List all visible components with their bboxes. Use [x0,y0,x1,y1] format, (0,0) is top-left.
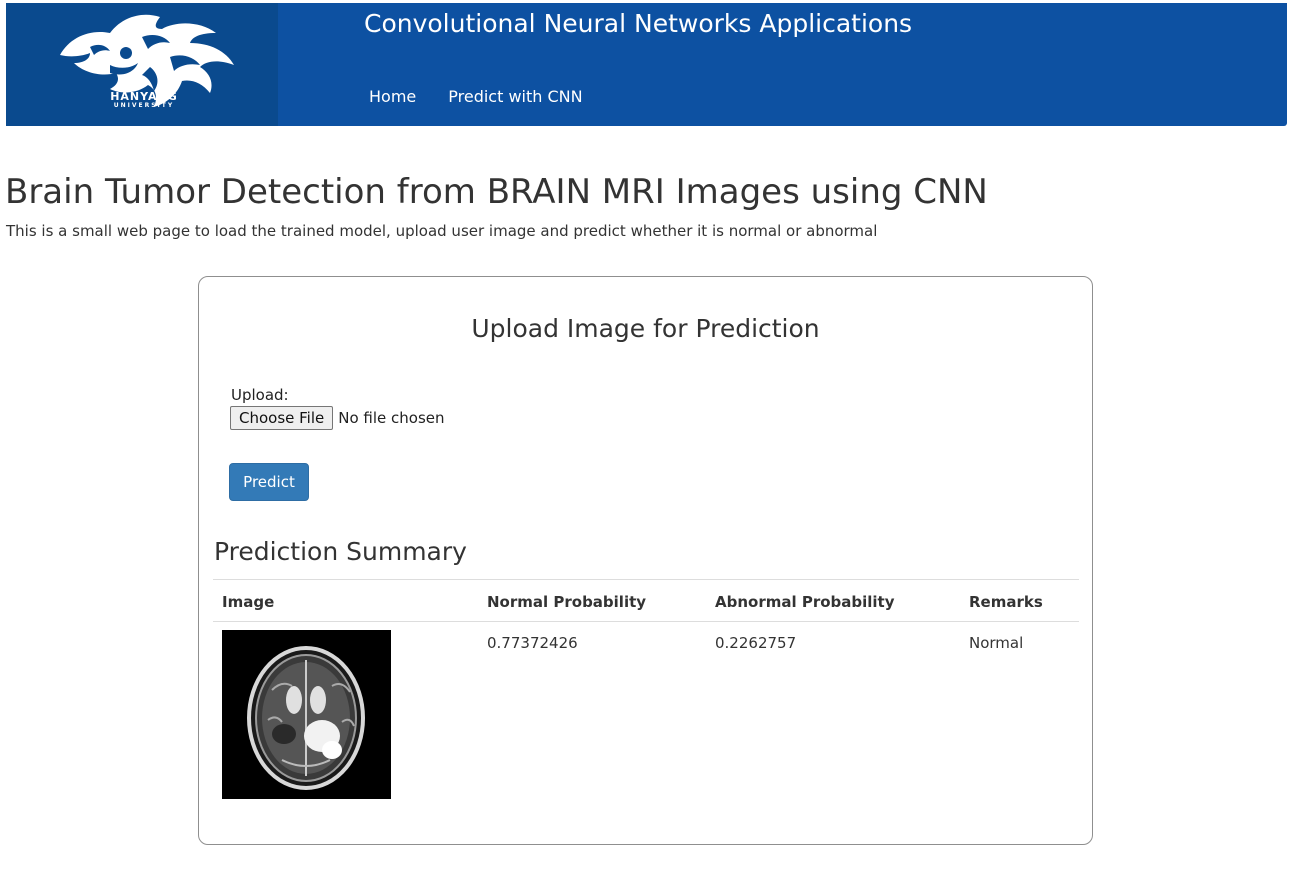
table-top-rule [213,579,1079,580]
logo-wordmark: HANYANG UNIVERSITY [98,91,190,109]
mri-image [222,630,391,799]
column-header-remarks: Remarks [969,593,1043,611]
predict-button[interactable]: Predict [229,463,309,501]
university-logo[interactable]: HANYANG UNIVERSITY [6,3,278,126]
site-title: Convolutional Neural Networks Applicatio… [364,9,913,38]
upload-label: Upload: [231,386,289,404]
file-input: Choose File No file chosen [230,406,445,430]
upload-card: Upload Image for Prediction Upload: Choo… [198,276,1093,845]
choose-file-button[interactable]: Choose File [230,406,334,430]
main-nav: Home Predict with CNN [369,87,583,107]
nav-link-predict[interactable]: Predict with CNN [448,87,582,107]
remarks-value: Normal [969,634,1024,652]
page-subtitle: This is a small web page to load the tra… [6,222,878,240]
column-header-abnormal: Abnormal Probability [715,593,895,611]
normal-probability-value: 0.77372426 [487,634,578,652]
top-header: HANYANG UNIVERSITY Convolutional Neural … [6,3,1287,126]
file-status: No file chosen [338,409,445,427]
card-title: Upload Image for Prediction [471,314,820,343]
page-title: Brain Tumor Detection from BRAIN MRI Ima… [5,172,988,212]
nav-link-home[interactable]: Home [369,87,416,107]
table-header-rule [213,621,1079,622]
logo-name: HANYANG [110,90,178,103]
abnormal-probability-value: 0.2262757 [715,634,797,652]
summary-title: Prediction Summary [214,537,467,566]
brain-mri-thumbnail [222,630,391,799]
column-header-normal: Normal Probability [487,593,647,611]
logo-subname: UNIVERSITY [113,102,175,109]
column-header-image: Image [222,593,275,611]
